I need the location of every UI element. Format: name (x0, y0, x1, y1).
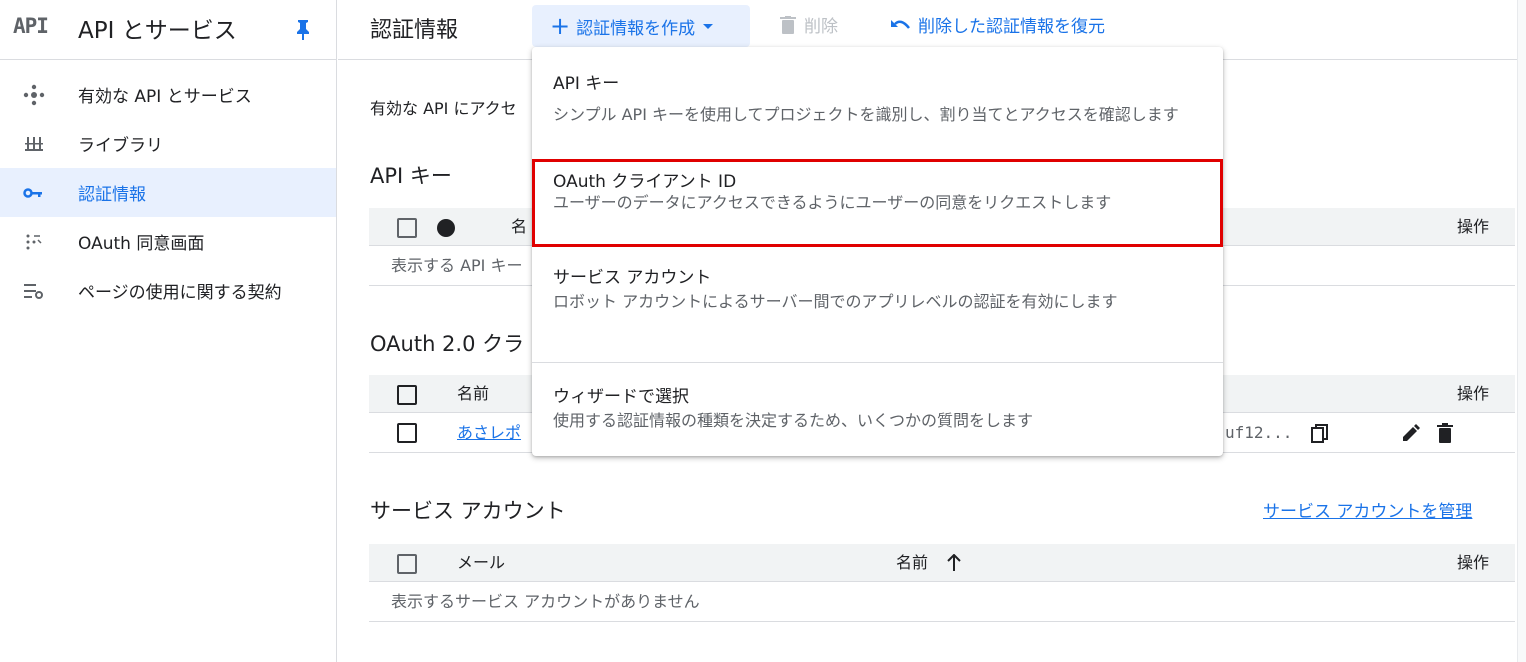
sidebar-title: API とサービス (78, 18, 237, 44)
menu-item-description: ロボット アカウントによるサーバー間でのアプリレベルの認証を有効にします (553, 292, 1118, 311)
menu-item-service-account[interactable]: サービス アカウント ロボット アカウントによるサーバー間でのアプリレベルの認証… (532, 252, 1223, 352)
empty-message: 表示するサービス アカウントがありません (391, 592, 700, 611)
select-all-checkbox[interactable] (397, 218, 417, 238)
manage-service-accounts-link[interactable]: サービス アカウントを管理 (1263, 497, 1472, 522)
pin-icon[interactable] (294, 18, 312, 41)
settings-list-icon (22, 279, 46, 303)
page-title: 認証情報 (370, 18, 459, 43)
sidebar-item-page-usage[interactable]: ページの使用に関する契約 (0, 266, 336, 315)
sidebar-item-credentials[interactable]: 認証情報 (0, 168, 336, 217)
service-accounts-title: サービス アカウント (370, 499, 566, 523)
copy-icon[interactable] (1311, 424, 1329, 448)
scrollbar-track[interactable] (1517, 0, 1526, 662)
table-row: 表示するサービス アカウントがありません (369, 582, 1515, 622)
client-id-value: uf12... (1225, 423, 1293, 442)
plus-icon: + (550, 12, 571, 40)
intro-text: 有効な API にアクセ (370, 99, 517, 118)
menu-item-api-key[interactable]: API キー シンプル API キーを使用してプロジェクトを識別し、割り当てとア… (532, 57, 1223, 157)
menu-item-description: 使用する認証情報の種類を決定するため、いくつかの質問をします (553, 411, 1034, 430)
sidebar-item-label: ライブラリ (78, 136, 163, 156)
sidebar-item-library[interactable]: ライブラリ (0, 119, 336, 168)
oauth-client-link[interactable]: あさレポ (457, 413, 521, 453)
column-actions: 操作 (1457, 384, 1490, 403)
key-icon (22, 181, 46, 205)
sidebar-item-enabled-apis[interactable]: 有効な API とサービス (0, 70, 336, 119)
sidebar-item-label: ページの使用に関する契約 (78, 283, 282, 303)
api-hub-icon (22, 83, 46, 107)
column-name[interactable]: 名前 (896, 544, 928, 582)
delete-button[interactable]: 削除 (780, 12, 838, 37)
sidebar-header: API API とサービス (0, 0, 336, 60)
column-name: 名前 (457, 384, 490, 403)
sidebar-item-label: OAuth 同意画面 (78, 234, 205, 254)
column-email: メール (457, 553, 506, 572)
menu-item-oauth-client-id[interactable]: OAuth クライアント ID ユーザーのデータにアクセスできるようにユーザーの… (532, 159, 1223, 247)
create-credentials-menu: API キー シンプル API キーを使用してプロジェクトを識別し、割り当てとア… (532, 47, 1223, 456)
column-actions: 操作 (1457, 553, 1490, 572)
delete-label: 削除 (804, 17, 838, 37)
menu-divider (532, 362, 1223, 363)
menu-item-description: シンプル API キーを使用してプロジェクトを識別し、割り当てとアクセスを確認し… (553, 105, 1179, 124)
sidebar-item-label: 認証情報 (78, 185, 146, 205)
menu-item-title: サービス アカウント (553, 268, 712, 288)
consent-icon (22, 230, 46, 254)
row-checkbox[interactable] (397, 423, 417, 443)
service-accounts-table: メール 名前 操作 表示するサービス アカウントがありません (369, 544, 1515, 622)
select-all-checkbox[interactable] (397, 385, 417, 405)
sidebar-item-label: 有効な API とサービス (78, 87, 252, 107)
table-header: メール 名前 操作 (369, 544, 1515, 582)
menu-item-wizard[interactable]: ウィザードで選択 使用する認証情報の種類を決定するため、いくつかの質問をします (532, 367, 1223, 447)
sidebar-item-oauth-consent[interactable]: OAuth 同意画面 (0, 217, 336, 266)
column-actions: 操作 (1457, 217, 1490, 236)
restore-deleted-button[interactable]: 削除した認証情報を復元 (890, 12, 1105, 37)
delete-icon[interactable] (1437, 423, 1453, 447)
select-all-checkbox[interactable] (397, 554, 417, 574)
chevron-down-icon (703, 23, 714, 29)
menu-item-title: ウィザードで選択 (553, 387, 689, 407)
undo-icon (891, 19, 910, 29)
create-credentials-label: 認証情報を作成 (576, 18, 696, 39)
status-dot-icon (437, 219, 455, 237)
edit-icon[interactable] (1402, 424, 1420, 446)
create-credentials-button[interactable]: + 認証情報を作成 (532, 5, 750, 47)
sidebar: API API とサービス 有効な API とサービス ライブラリ 認証情報 O… (0, 0, 337, 662)
menu-item-title: API キー (553, 74, 620, 94)
restore-label: 削除した認証情報を復元 (918, 17, 1105, 37)
column-name: 名 (511, 217, 528, 236)
empty-message: 表示する API キー (391, 256, 523, 275)
sort-arrow-up-icon[interactable] (947, 553, 961, 576)
menu-item-description: ユーザーのデータにアクセスできるようにユーザーの同意をリクエストします (553, 193, 1112, 212)
api-keys-title: API キー (370, 164, 452, 188)
trash-icon (780, 15, 796, 34)
oauth-title: OAuth 2.0 クラ (370, 332, 525, 356)
api-logo: API (13, 14, 49, 38)
library-icon (22, 132, 46, 156)
